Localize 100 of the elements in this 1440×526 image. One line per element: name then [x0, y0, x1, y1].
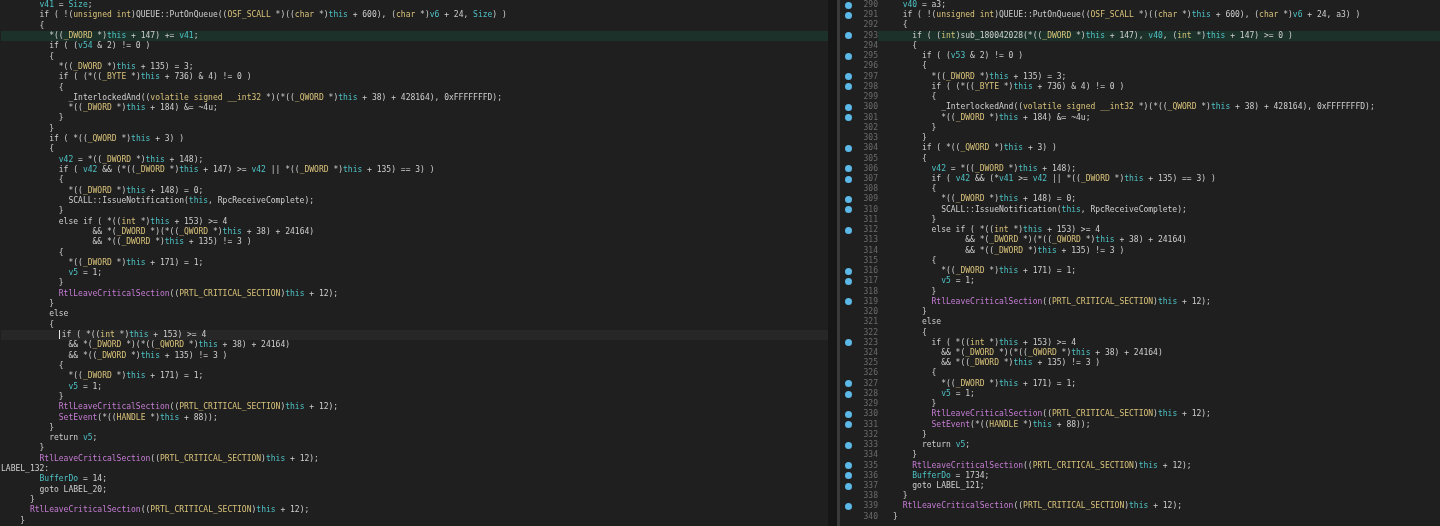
- line-number: 302: [862, 122, 878, 133]
- code-line: *((_DWORD *)this + 171) = 1;: [67, 371, 205, 382]
- code-line: }: [57, 278, 65, 289]
- line-number: 332: [862, 429, 878, 440]
- code-line: if ( (*((_BYTE *)this + 736) & 4) != 0 ): [57, 72, 253, 83]
- code-line: {: [57, 247, 65, 258]
- breakpoint-icon[interactable]: [844, 503, 852, 511]
- code-line: {: [48, 319, 55, 330]
- breakpoint-icon[interactable]: [844, 482, 852, 490]
- line-number: 314: [862, 245, 878, 256]
- breakpoint-icon[interactable]: [844, 11, 852, 19]
- code-line: }: [930, 214, 938, 225]
- line-number: 308: [862, 184, 878, 194]
- breakpoint-icon[interactable]: [844, 206, 852, 214]
- code-line: }: [930, 286, 938, 297]
- code-line: {: [48, 51, 55, 62]
- breakpoint-icon[interactable]: [844, 1, 852, 9]
- code-line: {: [920, 153, 928, 164]
- line-number: 326: [862, 368, 878, 379]
- line-number: 300: [862, 102, 878, 113]
- line-number: 322: [862, 327, 878, 338]
- breakpoint-icon[interactable]: [844, 196, 852, 204]
- line-number: 315: [862, 255, 878, 266]
- breakpoint-icon[interactable]: [844, 441, 852, 449]
- breakpoint-icon[interactable]: [844, 165, 852, 173]
- code-line: }: [48, 299, 55, 309]
- line-number: 316: [862, 266, 878, 276]
- breakpoint-icon[interactable]: [844, 114, 852, 122]
- code-line: RtlLeaveCriticalSection((PRTL_CRITICAL_SECTION)this + 12);: [901, 501, 1184, 512]
- code-line: {: [38, 20, 46, 31]
- code-line: RtlLeaveCriticalSection((PRTL_CRITICAL_SECTION)this + 12);: [28, 505, 311, 516]
- code-line: if ( *((_QWORD *)this + 3) ): [48, 134, 186, 144]
- breakpoint-icon[interactable]: [844, 277, 852, 285]
- code-line: }: [28, 495, 36, 505]
- code-line: *((_DWORD *)this + 135) = 3;: [930, 71, 1068, 82]
- code-line: if ( (v53 & 2) != 0 ): [920, 51, 1025, 61]
- code-line: {: [930, 184, 938, 195]
- line-number: 338: [862, 491, 878, 501]
- code-line: SCALL::IssueNotification(this, RpcReceiveComplete);: [940, 204, 1188, 215]
- line-number: 329: [862, 399, 878, 409]
- line-number: 328: [862, 388, 878, 399]
- breakpoint-icon[interactable]: [844, 298, 852, 306]
- code-line: BufferDo = 1734;: [911, 470, 991, 481]
- breakpoint-icon[interactable]: [844, 380, 852, 388]
- code-line: *((_DWORD *)this + 135) = 3;: [57, 61, 195, 72]
- breakpoint-icon[interactable]: [844, 226, 852, 234]
- code-line: SetEvent(*((HANDLE *)this + 88));: [57, 412, 219, 423]
- line-number: 321: [862, 317, 878, 328]
- breakpoint-icon[interactable]: [844, 175, 852, 183]
- breakpoint-icon[interactable]: [844, 390, 852, 398]
- breakpoint-icon[interactable]: [844, 103, 852, 111]
- line-number: 317: [862, 276, 878, 287]
- breakpoint-icon[interactable]: [844, 32, 852, 40]
- breakpoint-icon[interactable]: [844, 472, 852, 480]
- code-line: if ( v42 && (*v41 >= v42 || *((_DWORD *)this + 135) == 3) ): [930, 174, 1217, 184]
- code-line: return v5;: [48, 433, 99, 444]
- code-line: if ( !(unsigned int)QUEUE::PutOnQueue((OSF_SCALL *)((char *)this + 600), (char *)v6 + 24, Size) ): [38, 10, 508, 21]
- code-line: && *(_DWORD *)(*((_QWORD *)this + 38) + 24164): [91, 226, 316, 237]
- breakpoint-icon[interactable]: [844, 52, 852, 60]
- code-line: {: [48, 144, 55, 155]
- line-number: 335: [862, 460, 878, 471]
- breakpoint-icon[interactable]: [844, 339, 852, 347]
- code-line: RtlLeaveCriticalSection((PRTL_CRITICAL_SECTION)this + 12);: [57, 402, 340, 413]
- breakpoint-icon[interactable]: [844, 73, 852, 81]
- line-number: 296: [862, 61, 878, 72]
- code-line: {: [57, 360, 65, 372]
- code-line: *((_DWORD *)this + 171) = 1;: [940, 378, 1078, 389]
- line-number: 339: [862, 501, 878, 512]
- breakpoint-icon[interactable]: [844, 83, 852, 91]
- code-line: && *(_DWORD *)(*((_QWORD *)this + 38) + 24164): [67, 340, 291, 351]
- code-line: }: [901, 491, 909, 501]
- line-number: 305: [862, 153, 878, 164]
- line-number: 331: [862, 419, 878, 430]
- code-line: else if ( *((int *)this + 153) >= 4: [57, 216, 229, 227]
- breakpoint-icon[interactable]: [844, 144, 852, 152]
- line-number: 297: [862, 71, 878, 82]
- line-number: 294: [862, 40, 878, 51]
- code-line: }: [38, 443, 46, 454]
- code-line: {: [901, 20, 909, 31]
- code-line: }: [57, 113, 65, 124]
- code-line: v5 = 1;: [67, 381, 104, 392]
- code-line: _InterlockedAnd((volatile signed __int32 *)(*((_QWORD *)this + 38) + 428164), 0xFFFFFFFD);: [67, 92, 503, 103]
- code-line: }: [930, 399, 938, 409]
- breakpoint-icon[interactable]: [844, 421, 852, 429]
- code-line: *((_DWORD *)this + 171) = 1;: [67, 257, 205, 268]
- code-line: if ( v42 && (*((_DWORD *)this + 147) >= v42 || *((_DWORD *)this + 135) == 3) ): [57, 165, 436, 175]
- breakpoint-icon[interactable]: [844, 267, 852, 275]
- line-number: 291: [862, 10, 878, 20]
- code-line: {: [920, 61, 928, 72]
- line-number: 320: [862, 307, 878, 317]
- code-line: RtlLeaveCriticalSection((PRTL_CRITICAL_SECTION)this + 12);: [911, 460, 1193, 471]
- breakpoint-icon[interactable]: [844, 411, 852, 418]
- breakpoint-icon[interactable]: [844, 462, 852, 470]
- code-line: }: [920, 429, 928, 440]
- code-line: }: [57, 206, 65, 217]
- code-line: *((_DWORD *)this + 148) = 0;: [67, 185, 205, 196]
- code-line: }: [892, 511, 899, 522]
- line-number: 324: [862, 347, 878, 358]
- code-line: {: [930, 92, 938, 103]
- code-line: if ( *((int *)this + 153) >= 4: [930, 337, 1078, 348]
